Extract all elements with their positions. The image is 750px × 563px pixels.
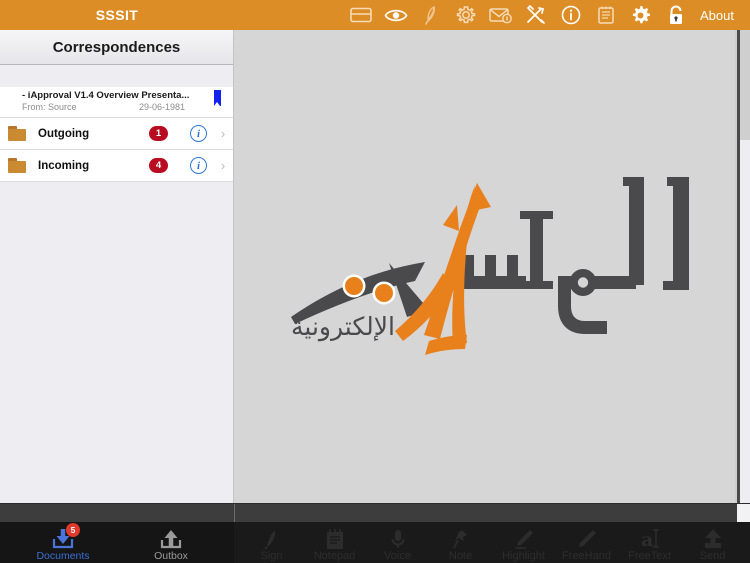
tab-documents-label: Documents xyxy=(36,550,90,562)
tab-freehand-label: FreeHand xyxy=(562,550,611,562)
tab-highlight-label: Highlight xyxy=(502,550,545,562)
app-title-area: SSSIT xyxy=(0,0,234,30)
page-title: Correspondences xyxy=(52,38,181,56)
send-upload-icon xyxy=(700,528,726,550)
document-title: - iApproval V1.4 Overview Presenta... xyxy=(22,90,190,101)
sidebar-item-outgoing[interactable]: Outgoing 1 i › xyxy=(0,118,233,150)
gear-outline-icon[interactable] xyxy=(448,0,483,30)
folder-label: Incoming xyxy=(38,159,90,172)
info-circle-icon[interactable] xyxy=(553,0,588,30)
annotation-tabbar: Sign Notepad Voice Note Highlight FreeHa… xyxy=(234,522,750,563)
document-meta: From: Source 29-06-1981 xyxy=(22,102,223,112)
document-viewer[interactable]: الإلكترونية xyxy=(235,30,738,503)
top-toolbar: SSSIT About xyxy=(0,0,750,30)
app-title: SSSIT xyxy=(95,7,139,23)
document-from: From: Source xyxy=(22,102,77,112)
documents-badge: 5 xyxy=(66,523,80,537)
tab-freetext-label: FreeText xyxy=(628,550,671,562)
pushpin-note-icon xyxy=(452,528,470,550)
tab-freehand[interactable]: FreeHand xyxy=(556,522,618,563)
tab-notepad-label: Notepad xyxy=(313,550,356,562)
sidebar: Correspondences - iApproval V1.4 Overvie… xyxy=(0,30,234,503)
bottom-divider xyxy=(0,503,750,523)
sidebar-nav-header: Correspondences xyxy=(0,30,233,65)
about-button[interactable]: About xyxy=(700,8,734,23)
tab-note[interactable]: Note xyxy=(430,522,492,563)
quill-pen-icon xyxy=(262,528,282,550)
info-icon[interactable]: i xyxy=(190,125,207,142)
tab-freetext[interactable]: a FreeText xyxy=(619,522,681,563)
eye-icon[interactable] xyxy=(378,0,413,30)
bottom-divider-seam xyxy=(234,504,235,523)
card-icon[interactable] xyxy=(343,0,378,30)
envelope-info-icon[interactable] xyxy=(483,0,518,30)
tools-icon[interactable] xyxy=(518,0,553,30)
folder-label: Outgoing xyxy=(38,127,90,140)
tab-outbox-label: Outbox xyxy=(154,550,188,562)
tab-voice[interactable]: Voice xyxy=(367,522,429,563)
text-cursor-icon: a xyxy=(639,528,661,550)
logo-subtitle: الإلكترونية xyxy=(291,312,395,342)
folder-icon xyxy=(8,125,28,142)
highlighter-icon xyxy=(513,528,535,550)
microphone-icon xyxy=(389,528,407,550)
sidebar-list: - iApproval V1.4 Overview Presenta... Fr… xyxy=(0,87,233,182)
left-tabbar: 5 Documents Outbox xyxy=(0,522,234,563)
sidebar-item-incoming[interactable]: Incoming 4 i › xyxy=(0,150,233,182)
tab-send-label: Send xyxy=(699,550,726,562)
notepad-icon xyxy=(324,528,346,550)
notepad-icon[interactable] xyxy=(588,0,623,30)
app-root: SSSIT About Correspondences - iApproval … xyxy=(0,0,750,563)
tab-voice-label: Voice xyxy=(384,550,411,562)
sidebar-spacer xyxy=(0,65,233,87)
lock-icon[interactable] xyxy=(658,0,693,30)
info-icon[interactable]: i xyxy=(190,157,207,174)
tab-outbox[interactable]: Outbox xyxy=(140,522,202,563)
svg-text:a: a xyxy=(641,529,653,550)
bottom-divider-cap xyxy=(737,504,750,523)
document-date: 29-06-1981 xyxy=(138,102,185,112)
tab-note-label: Note xyxy=(448,550,473,562)
vertical-scrollbar[interactable] xyxy=(735,30,750,503)
status-badge: 4 xyxy=(149,158,168,173)
gear-solid-icon[interactable] xyxy=(623,0,658,30)
tab-documents[interactable]: 5 Documents xyxy=(32,522,94,563)
chevron-right-icon: › xyxy=(220,158,226,173)
bottom-toolbar: 5 Documents Outbox Sign Notepad Voice No… xyxy=(0,522,750,563)
pencil-icon xyxy=(576,528,598,550)
scrollbar-pane xyxy=(740,140,750,503)
tab-notepad[interactable]: Notepad xyxy=(304,522,366,563)
logo-artwork: الإلكترونية xyxy=(290,177,689,355)
quill-icon[interactable] xyxy=(413,0,448,30)
tab-sign[interactable]: Sign xyxy=(241,522,303,563)
status-badge: 1 xyxy=(149,126,168,141)
tab-send[interactable]: Send xyxy=(682,522,744,563)
top-toolbar-actions: About xyxy=(234,0,750,30)
tab-sign-label: Sign xyxy=(260,550,283,562)
tab-highlight[interactable]: Highlight xyxy=(493,522,555,563)
folder-icon xyxy=(8,157,28,174)
upload-outbox-icon xyxy=(158,528,184,550)
bookmark-flag-icon xyxy=(214,90,221,106)
chevron-right-icon: › xyxy=(220,126,226,141)
list-item-document[interactable]: - iApproval V1.4 Overview Presenta... Fr… xyxy=(0,87,233,118)
almurasalat-logo: الإلكترونية xyxy=(235,30,738,503)
